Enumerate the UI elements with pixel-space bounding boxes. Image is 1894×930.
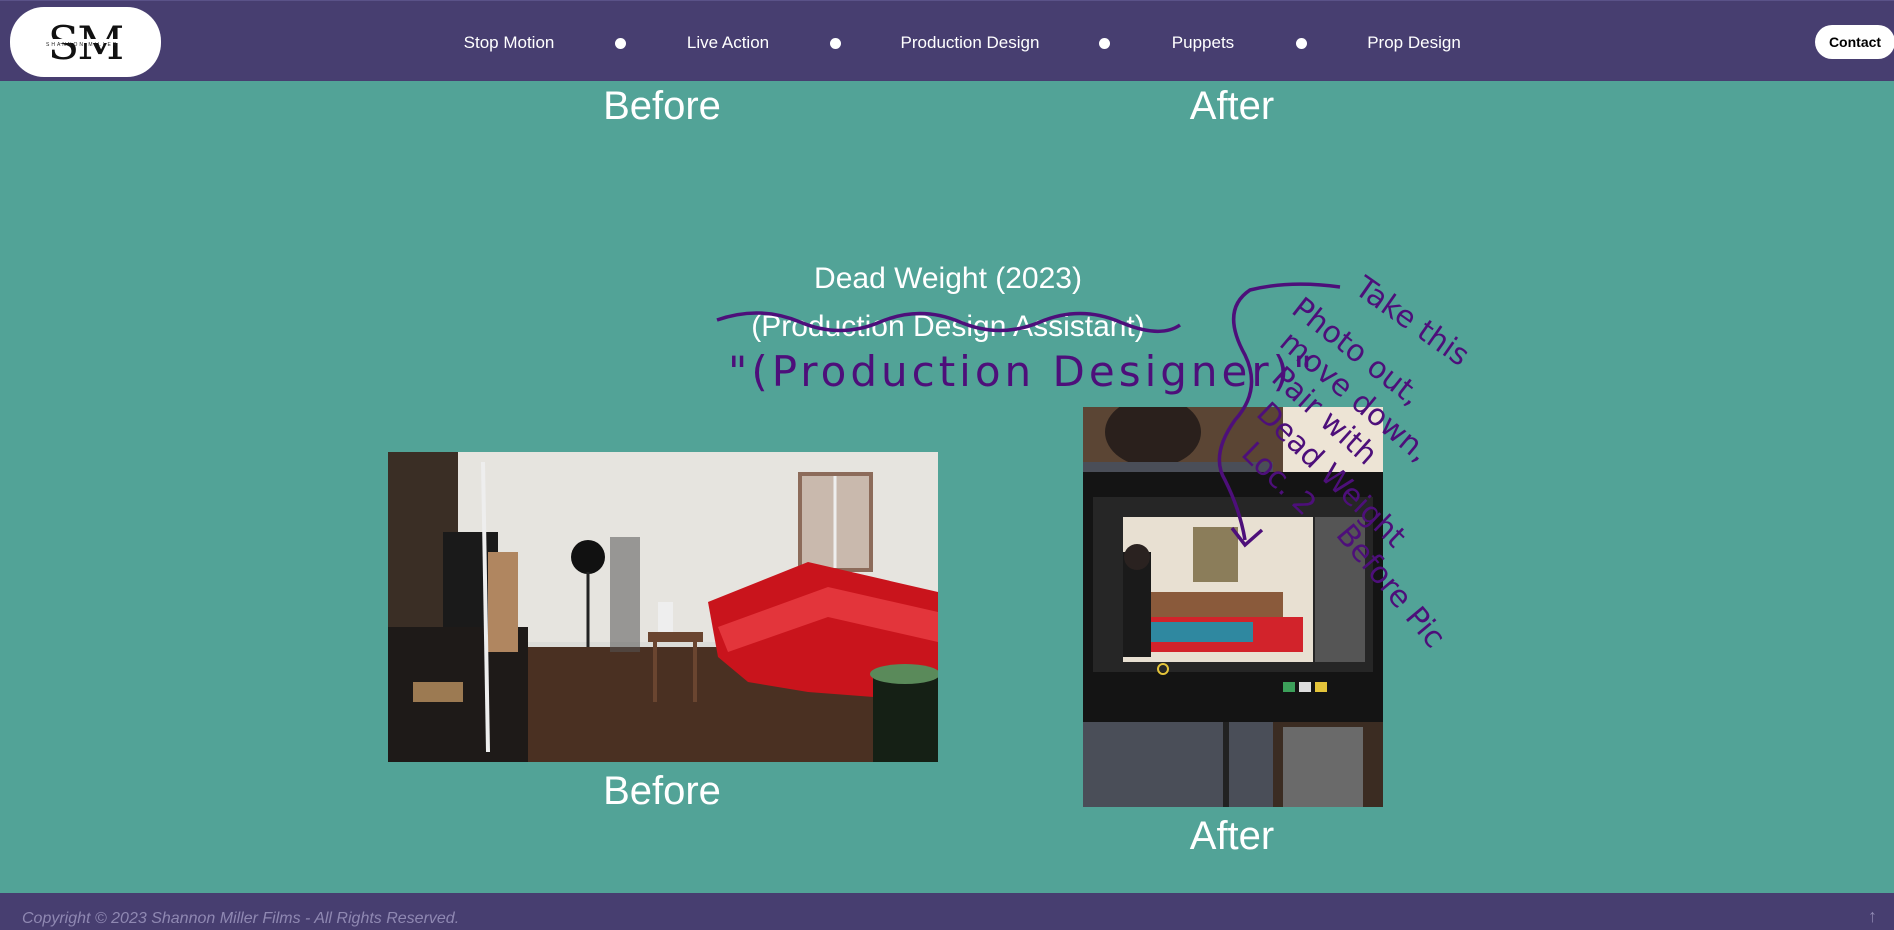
project-title: Dead Weight (2023) <box>814 262 1082 295</box>
nav-puppets[interactable]: Puppets <box>1172 33 1234 53</box>
bottom-before-label: Before <box>603 769 721 813</box>
nav-separator-dot <box>1296 38 1307 49</box>
note-line-1: Take this <box>1348 269 1476 373</box>
top-before-label: Before <box>603 84 721 128</box>
arrow-up-icon[interactable]: ↑ <box>1868 906 1877 927</box>
nav-separator-dot <box>830 38 841 49</box>
top-after-label: After <box>1189 84 1275 128</box>
nav-stop-motion[interactable]: Stop Motion <box>464 33 555 53</box>
nav-production-design[interactable]: Production Design <box>901 33 1040 53</box>
replacement-role-note: "(Production Designer)" <box>728 347 1316 396</box>
footer: Copyright © 2023 Shannon Miller Films - … <box>0 893 1894 930</box>
bottom-after-label: After <box>1189 814 1275 858</box>
before-photo <box>388 452 938 762</box>
logo-subtext: SHANNON MILLER <box>46 42 119 48</box>
copyright-text: Copyright © 2023 Shannon Miller Films - … <box>22 910 460 927</box>
nav-separator-dot <box>615 38 626 49</box>
nav-live-action[interactable]: Live Action <box>687 33 769 53</box>
handwritten-annotations: "(Production Designer)" Take this Photo … <box>716 269 1476 655</box>
nav-prop-design[interactable]: Prop Design <box>1367 33 1461 53</box>
after-photo <box>1083 407 1383 807</box>
top-nav: SM SHANNON MILLER Stop Motion Live Actio… <box>0 0 1894 81</box>
contact-button[interactable]: Contact <box>1815 25 1894 59</box>
note-line-2: Photo out, <box>1285 291 1428 413</box>
site-logo[interactable]: SM SHANNON MILLER <box>10 7 161 77</box>
project-role: (Production Design Assistant) <box>751 310 1145 343</box>
nav-separator-dot <box>1099 38 1110 49</box>
